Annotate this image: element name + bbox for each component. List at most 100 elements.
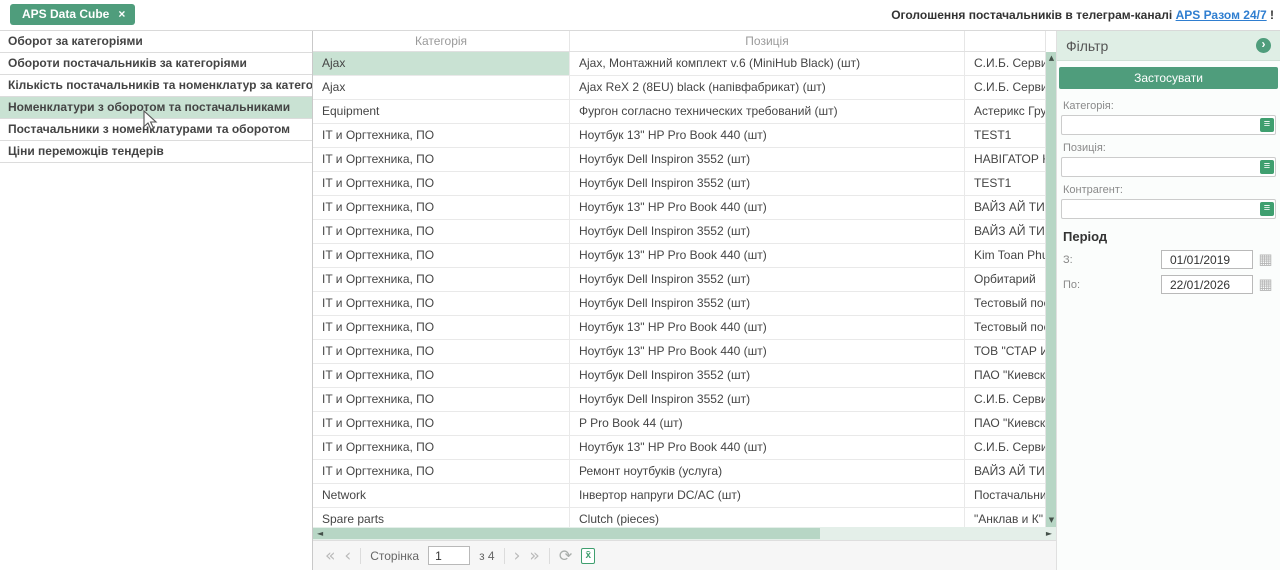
table-cell[interactable]: Постачальник <box>965 484 1045 507</box>
scroll-right-icon[interactable]: ► <box>1046 527 1052 540</box>
vertical-scrollbar-thumb[interactable] <box>1046 52 1056 527</box>
category-input[interactable] <box>1062 116 1275 134</box>
table-cell[interactable]: Ajax <box>313 76 570 99</box>
table-cell[interactable]: IT и Оргтехника, ПО <box>313 388 570 411</box>
scroll-up-icon[interactable]: ▲ <box>1046 54 1056 62</box>
scroll-down-icon[interactable]: ▼ <box>1046 516 1056 524</box>
table-cell[interactable]: IT и Оргтехника, ПО <box>313 244 570 267</box>
table-cell[interactable]: Тестовый пост <box>965 316 1045 339</box>
table-cell[interactable]: TEST1 <box>965 172 1045 195</box>
sidebar-item[interactable]: Кількість постачальників та номенклатур … <box>0 75 312 97</box>
period-to-input[interactable] <box>1161 275 1253 294</box>
table-cell[interactable]: Ноутбук 13" HP Pro Book 440 (шт) <box>570 340 965 363</box>
table-cell[interactable]: Spare parts <box>313 508 570 527</box>
table-cell[interactable]: Тестовый пост <box>965 292 1045 315</box>
column-header-position[interactable]: Позиція <box>570 31 965 51</box>
table-cell[interactable]: Ноутбук 13" HP Pro Book 440 (шт) <box>570 244 965 267</box>
table-cell[interactable]: ВАЙЗ АЙ ТИ <box>965 460 1045 483</box>
table-cell[interactable]: IT и Оргтехника, ПО <box>313 196 570 219</box>
table-cell[interactable]: IT и Оргтехника, ПО <box>313 340 570 363</box>
contractor-picker-icon[interactable]: ≡ <box>1260 202 1274 216</box>
period-to-label: По: <box>1063 279 1080 291</box>
table-cell[interactable]: Ноутбук Dell Inspiron 3552 (шт) <box>570 292 965 315</box>
table-cell[interactable]: Ремонт ноутбуків (услуга) <box>570 460 965 483</box>
table-cell[interactable]: Ноутбук Dell Inspiron 3552 (шт) <box>570 148 965 171</box>
table-cell[interactable]: Ajax <box>313 52 570 75</box>
table-cell[interactable]: Інвертор напруги DC/AC (шт) <box>570 484 965 507</box>
table-cell[interactable]: Clutch (pieces) <box>570 508 965 527</box>
table-cell[interactable]: Ноутбук 13" HP Pro Book 440 (шт) <box>570 436 965 459</box>
table-cell[interactable]: С.И.Б. Сервис <box>965 436 1045 459</box>
prev-page-button[interactable]: ‹ <box>344 545 351 567</box>
contractor-input[interactable] <box>1062 200 1275 218</box>
table-cell[interactable]: ПАО "Киевски <box>965 412 1045 435</box>
table-cell[interactable]: Ajax, Монтажний комплект v.6 (MiniHub Bl… <box>570 52 965 75</box>
table-cell[interactable]: Ajax ReX 2 (8EU) black (напівфабрикат) (… <box>570 76 965 99</box>
table-cell[interactable]: Ноутбук Dell Inspiron 3552 (шт) <box>570 388 965 411</box>
table-cell[interactable]: С.И.Б. Сервис <box>965 388 1045 411</box>
table-cell[interactable]: Equipment <box>313 100 570 123</box>
page-number-input[interactable] <box>428 546 470 565</box>
period-from-input[interactable] <box>1161 250 1253 269</box>
table-cell[interactable]: Ноутбук Dell Inspiron 3552 (шт) <box>570 220 965 243</box>
next-page-button[interactable]: › <box>514 545 521 567</box>
table-cell[interactable]: TEST1 <box>965 124 1045 147</box>
table-cell[interactable]: IT и Оргтехника, ПО <box>313 148 570 171</box>
excel-export-icon[interactable]: x̄ <box>581 548 595 564</box>
table-cell[interactable]: IT и Оргтехника, ПО <box>313 268 570 291</box>
horizontal-scrollbar-thumb[interactable] <box>313 528 820 539</box>
table-cell[interactable]: P Pro Book 44 (шт) <box>570 412 965 435</box>
column-header-category[interactable]: Категорія <box>313 31 570 51</box>
table-cell[interactable]: IT и Оргтехника, ПО <box>313 220 570 243</box>
calendar-icon[interactable]: ▦ <box>1257 276 1274 293</box>
table-cell[interactable]: ПАО "Киевски <box>965 364 1045 387</box>
table-cell[interactable]: IT и Оргтехника, ПО <box>313 364 570 387</box>
table-cell[interactable]: Ноутбук Dell Inspiron 3552 (шт) <box>570 268 965 291</box>
tab-aps-data-cube[interactable]: APS Data Cube × <box>10 4 135 25</box>
table-cell[interactable]: IT и Оргтехника, ПО <box>313 412 570 435</box>
sidebar-item[interactable]: Ціни переможців тендерів <box>0 141 312 163</box>
table-cell[interactable]: Орбитарий <box>965 268 1045 291</box>
table-cell[interactable]: IT и Оргтехника, ПО <box>313 436 570 459</box>
column-header-supplier[interactable] <box>965 31 1045 51</box>
horizontal-scrollbar[interactable]: ◄ ► <box>313 527 1056 540</box>
table-cell[interactable]: IT и Оргтехника, ПО <box>313 172 570 195</box>
table-cell[interactable]: "Анклав и К" <box>965 508 1045 527</box>
sidebar-item[interactable]: Оборот за категоріями <box>0 31 312 53</box>
position-picker-icon[interactable]: ≡ <box>1260 160 1274 174</box>
table-cell[interactable]: Ноутбук Dell Inspiron 3552 (шт) <box>570 364 965 387</box>
collapse-panel-icon[interactable]: › <box>1256 38 1271 53</box>
sidebar-item[interactable]: Обороти постачальників за категоріями <box>0 53 312 75</box>
table-cell[interactable]: С.И.Б. Сервис <box>965 76 1045 99</box>
category-picker-icon[interactable]: ≡ <box>1260 118 1274 132</box>
calendar-icon[interactable]: ▦ <box>1257 251 1274 268</box>
table-cell[interactable]: ВАЙЗ АЙ ТИ <box>965 196 1045 219</box>
table-cell[interactable]: IT и Оргтехника, ПО <box>313 124 570 147</box>
table-cell[interactable]: Ноутбук Dell Inspiron 3552 (шт) <box>570 172 965 195</box>
position-input[interactable] <box>1062 158 1275 176</box>
table-cell[interactable]: ТОВ "СТАР И <box>965 340 1045 363</box>
table-cell[interactable]: Фургон согласно технических требований (… <box>570 100 965 123</box>
table-cell[interactable]: Ноутбук 13" HP Pro Book 440 (шт) <box>570 196 965 219</box>
table-cell[interactable]: IT и Оргтехника, ПО <box>313 316 570 339</box>
table-cell[interactable]: Ноутбук 13" HP Pro Book 440 (шт) <box>570 316 965 339</box>
first-page-button[interactable]: « <box>325 545 335 567</box>
vertical-scrollbar[interactable]: ▲ ▼ <box>1045 31 1056 527</box>
table-cell[interactable]: Network <box>313 484 570 507</box>
telegram-channel-link[interactable]: APS Разом 24/7 <box>1176 8 1267 22</box>
apply-filter-button[interactable]: Застосувати <box>1059 67 1278 89</box>
refresh-icon[interactable]: ⟳ <box>559 546 572 565</box>
table-cell[interactable]: Астерикс Груп <box>965 100 1045 123</box>
table-cell[interactable]: Kim Toan Phuc <box>965 244 1045 267</box>
sidebar-item[interactable]: Постачальники з номенклатурами та оборот… <box>0 119 312 141</box>
table-cell[interactable]: С.И.Б. Сервис <box>965 52 1045 75</box>
close-icon[interactable]: × <box>118 7 125 25</box>
table-cell[interactable]: НАВІГАТОР КО <box>965 148 1045 171</box>
scroll-left-icon[interactable]: ◄ <box>317 527 323 540</box>
sidebar-item[interactable]: Номенклатури з оборотом та постачальника… <box>0 97 312 119</box>
last-page-button[interactable]: » <box>529 545 539 567</box>
table-cell[interactable]: IT и Оргтехника, ПО <box>313 292 570 315</box>
table-cell[interactable]: IT и Оргтехника, ПО <box>313 460 570 483</box>
table-cell[interactable]: Ноутбук 13" HP Pro Book 440 (шт) <box>570 124 965 147</box>
table-cell[interactable]: ВАЙЗ АЙ ТИ <box>965 220 1045 243</box>
